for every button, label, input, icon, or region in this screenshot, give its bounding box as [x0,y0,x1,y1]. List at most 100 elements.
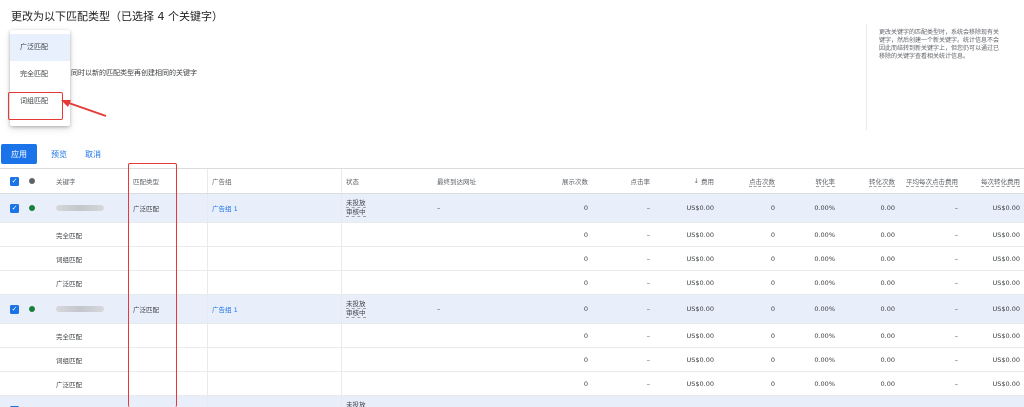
header-conv-rate[interactable]: 转化率 [780,169,835,193]
column-divider [341,396,342,407]
header-label: 最终到达网址 [437,178,476,186]
column-divider [341,271,342,294]
header-label: 平均每次点击费用 [906,177,958,187]
header-final-url[interactable]: 最终到达网址 [437,169,547,193]
header-ctr[interactable]: 点击率 [600,169,651,193]
match-type-dropdown[interactable]: 广泛匹配 完全匹配 词组匹配 [10,30,70,126]
column-divider [128,223,129,246]
status-cell [29,396,37,407]
header-match-type[interactable]: 匹配类型 [133,169,205,193]
conv-rate-cell: 0.00% [780,396,835,407]
column-divider [128,348,129,371]
header-label: 关键字 [56,178,76,186]
conversions-cell: 0.00 [880,331,895,340]
cost-per-conv-cell: US$0.00 [992,331,1021,340]
impressions-cell: 0 [583,204,588,212]
ctr-cell: – [600,396,650,407]
ctr-cell: – [646,204,650,212]
cost-per-conv-cell: US$0.00 [992,278,1021,287]
ctr-cell: – [646,230,650,239]
column-divider [341,247,342,270]
status-dot-icon [29,306,35,312]
conv-rate-cell: 0.00% [814,254,835,263]
column-divider [207,372,208,395]
info-text: 更改关键字的匹配类型时，系统会移除现有关键字，然后创建一个新关键字。统计信息不会… [879,29,1000,60]
impressions-cell: 0 [583,305,588,313]
row-checkbox[interactable]: ✓ [10,194,20,222]
conv-rate-cell: 0.00% [814,355,835,364]
column-divider [128,247,129,270]
sub-row-label: 词组匹配 [56,255,82,264]
option-phrase-match[interactable]: 词组匹配 [10,88,70,115]
header-clicks[interactable]: 点击次数 [720,169,775,193]
sub-row-label: 广泛匹配 [56,380,82,389]
column-divider [128,169,129,193]
preview-button[interactable]: 预览 [51,149,67,160]
table-row[interactable]: ✓广泛匹配广告组 1未投放审核中–0–US$0.0000.00%0.00–US$… [0,295,1024,324]
table-row[interactable]: ✓广泛匹配广告组 1未投放审核中–0–US$0.0000.00%0.00–US$… [0,396,1024,407]
status-line: 未投放 [346,300,366,309]
header-label: 转化次数 [869,177,895,187]
sub-row: 广泛匹配 0 – US$0.00 0 0.00% 0.00 – US$0.00 [0,271,1024,295]
header-label: 转化率 [815,177,835,187]
select-all-checkbox[interactable]: ✓ [10,169,20,193]
column-divider [128,295,129,323]
match-type-cell: 广泛匹配 [133,306,159,314]
conversions-cell: 0.00 [880,278,895,287]
column-divider [207,169,208,193]
option-broad-match[interactable]: 广泛匹配 [10,34,70,61]
row-checkbox[interactable]: ✓ [10,396,20,407]
status-cell: 未投放审核中 [346,396,432,407]
sub-row-label: 词组匹配 [56,356,82,365]
ad-group-link[interactable]: 广告组 1 [212,295,340,323]
header-impressions[interactable]: 展示次数 [540,169,588,193]
header-label: 点击次数 [749,177,775,187]
clicks-cell: 0 [770,254,775,263]
sort-arrow-icon[interactable]: ↓ [694,177,699,185]
column-divider [341,295,342,323]
header-label: 广告组 [212,178,232,186]
ad-group-link[interactable]: 广告组 1 [212,396,340,407]
header-label: 每次转化费用 [981,177,1020,187]
cost-cell: US$0.00 [686,254,715,263]
header-conversions[interactable]: 转化次数 [840,169,895,193]
column-divider [207,348,208,371]
avg-cpc-cell: – [900,396,958,407]
final-url-cell: – [437,305,441,313]
status-cell [29,295,37,323]
cancel-button[interactable]: 取消 [85,149,101,160]
ad-group-link[interactable]: 广告组 1 [212,194,340,222]
header-cost-per-conv[interactable]: 每次转化费用 [960,169,1020,193]
conv-rate-cell: 0.00% [814,331,835,340]
conv-rate-cell: 0.00% [814,305,835,313]
cost-cell: US$0.00 [686,379,715,388]
header-cost[interactable]: ↓ 费用 [660,169,714,193]
clicks-cell: 0 [770,355,775,364]
table-row[interactable]: ✓广泛匹配广告组 1未投放审核中–0–US$0.0000.00%0.00–US$… [0,194,1024,223]
option-exact-match[interactable]: 完全匹配 [10,61,70,88]
keyword-cell [56,295,126,323]
avg-cpc-cell: – [954,355,958,364]
sub-row-label: 完全匹配 [56,332,82,341]
column-divider [207,324,208,347]
status-header-cell [29,169,37,193]
cost-cell: US$0.00 [686,305,715,313]
final-url-cell: – [437,396,547,407]
apply-button[interactable]: 应用 [1,144,37,164]
header-avg-cpc[interactable]: 平均每次点击费用 [900,169,958,193]
column-divider [341,194,342,222]
conversions-cell: 0.00 [880,379,895,388]
avg-cpc-cell: – [954,230,958,239]
row-checkbox[interactable]: ✓ [10,295,20,323]
header-status[interactable]: 状态 [346,169,432,193]
header-keyword[interactable]: 关键字 [56,169,126,193]
column-divider [128,324,129,347]
status-dot-icon [29,178,35,184]
table-header: ✓ 关键字 匹配类型 广告组 状态 最终到达网址 展示次数 点击率 ↓ 费用 点击次数 转化率 转化次数… [0,168,1024,194]
status-line: 未投放 [346,401,366,407]
column-divider [341,223,342,246]
redacted-keyword [56,205,104,211]
header-ad-group[interactable]: 广告组 [212,169,340,193]
final-url-cell: – [437,204,441,212]
ctr-cell: – [646,331,650,340]
